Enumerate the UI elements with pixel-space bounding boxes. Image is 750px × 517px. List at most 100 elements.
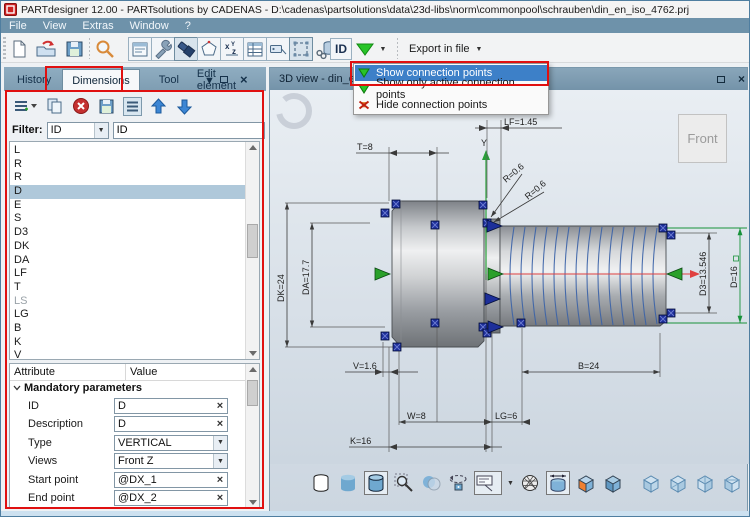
list-item-selected[interactable]: D: [10, 185, 259, 199]
tool-button[interactable]: [151, 37, 175, 61]
tab-history[interactable]: History: [8, 69, 60, 91]
panel-maximize-button[interactable]: [220, 74, 228, 86]
filter-combo-caret[interactable]: ▼: [94, 123, 108, 138]
panel-caret-button[interactable]: ▼: [204, 76, 215, 87]
views-select[interactable]: Front Z▼: [114, 453, 228, 469]
view-cube-button-3[interactable]: [694, 471, 716, 495]
menu-view[interactable]: View: [35, 18, 75, 33]
cylinder-wireframe-button[interactable]: [310, 471, 332, 495]
scroll-down-icon[interactable]: [249, 351, 257, 356]
table-scrollbar[interactable]: [245, 364, 259, 508]
menu-item-show-only-active[interactable]: Show only active connection points: [355, 81, 547, 97]
screw-dimension-button[interactable]: [174, 37, 198, 61]
start-point-field[interactable]: @DX_1×: [114, 472, 228, 488]
cube-solid-button[interactable]: [602, 471, 624, 495]
end-point-field[interactable]: @DX_2×: [114, 490, 228, 506]
type-select[interactable]: VERTICAL▼: [114, 435, 228, 451]
list-item[interactable]: K: [10, 336, 259, 350]
mandatory-parameters-group[interactable]: Mandatory parameters: [10, 381, 259, 395]
list-item[interactable]: L: [10, 144, 259, 158]
panel-close-button[interactable]: ×: [240, 72, 248, 87]
delete-button[interactable]: [71, 97, 90, 116]
open-button[interactable]: [34, 37, 58, 61]
list-item[interactable]: S: [10, 212, 259, 226]
rotate-view-button[interactable]: [447, 471, 469, 495]
connection-points-dropdown-caret[interactable]: ▼: [377, 37, 389, 61]
view-cube-button-2[interactable]: [667, 471, 689, 495]
annotation-caret[interactable]: ▼: [507, 480, 514, 487]
label-button[interactable]: [266, 37, 290, 61]
menu-help[interactable]: ?: [177, 18, 199, 33]
move-down-button[interactable]: [175, 97, 194, 116]
scroll-down-icon[interactable]: [249, 500, 257, 505]
scroll-up-icon[interactable]: [249, 367, 257, 372]
menu-extras[interactable]: Extras: [74, 18, 121, 33]
move-up-button[interactable]: [149, 97, 168, 116]
save-button[interactable]: [62, 37, 86, 61]
list-item[interactable]: LF: [10, 267, 259, 281]
history-form-button[interactable]: [128, 37, 152, 61]
viewport-3d[interactable]: 3D view - din_en_is ×: [269, 67, 748, 515]
list-item[interactable]: R: [10, 171, 259, 185]
viewport-close-button[interactable]: ×: [735, 73, 748, 85]
list-item-disabled[interactable]: LS: [10, 295, 259, 309]
cube-orange-face-button[interactable]: [575, 471, 597, 495]
clear-icon[interactable]: ×: [213, 400, 227, 412]
annotation-tool-button[interactable]: [474, 471, 502, 495]
list-scrollbar-thumb[interactable]: [247, 224, 258, 258]
transparency-button[interactable]: [420, 471, 442, 495]
list-item[interactable]: T: [10, 281, 259, 295]
save-list-button[interactable]: [97, 97, 116, 116]
description-field[interactable]: D×: [114, 416, 228, 432]
cylinder-shaded-button[interactable]: [337, 471, 359, 495]
view-cube-button-4[interactable]: [721, 471, 743, 495]
filter-query-input[interactable]: [113, 122, 265, 139]
copy-button[interactable]: [45, 97, 64, 116]
measure-cylinder-button[interactable]: [546, 471, 570, 495]
tab-tool[interactable]: Tool: [150, 69, 188, 91]
list-item[interactable]: B: [10, 322, 259, 336]
menu-file[interactable]: File: [1, 18, 35, 33]
list-item[interactable]: R: [10, 158, 259, 172]
filter-field-select[interactable]: ID ▼: [47, 122, 109, 139]
dim-k-label: K=16: [350, 436, 371, 446]
search-button[interactable]: [93, 37, 117, 61]
scroll-up-icon[interactable]: [249, 145, 257, 150]
list-item[interactable]: E: [10, 199, 259, 213]
list-item[interactable]: LG: [10, 308, 259, 322]
tab-dimensions[interactable]: Dimensions: [62, 69, 139, 91]
viewport-maximize-button[interactable]: [714, 73, 727, 85]
view-cube-button-1[interactable]: [640, 471, 662, 495]
export-in-file-button[interactable]: Export in file ▼: [405, 39, 486, 59]
sketch-button[interactable]: [197, 37, 221, 61]
dropdown-caret[interactable]: ▼: [213, 436, 227, 450]
list-view-button[interactable]: [123, 97, 142, 116]
new-document-button[interactable]: [7, 37, 31, 61]
menu-options-button[interactable]: [12, 97, 38, 116]
cube-solid-icon: [602, 472, 624, 494]
dropdown-caret[interactable]: ▼: [213, 454, 227, 468]
list-item[interactable]: DA: [10, 254, 259, 268]
list-item[interactable]: DK: [10, 240, 259, 254]
connection-points-dropdown-button[interactable]: [354, 37, 376, 61]
zoom-button[interactable]: [393, 471, 415, 495]
front-view-button[interactable]: Front: [678, 114, 727, 163]
cylinder-shaded-icon: [337, 472, 359, 494]
table-scrollbar-thumb[interactable]: [247, 380, 258, 406]
wireframe-sphere-button[interactable]: [519, 471, 541, 495]
selection-frame-button[interactable]: [289, 37, 313, 61]
id-field[interactable]: D×: [114, 398, 228, 414]
list-scrollbar[interactable]: [245, 142, 259, 359]
dimensions-list[interactable]: L R R D E S D3 DK DA LF T LS LG B K V: [9, 141, 260, 360]
id-button[interactable]: ID: [330, 38, 352, 60]
table-button[interactable]: [243, 37, 267, 61]
menu-window[interactable]: Window: [122, 18, 177, 33]
coordinate-xyz-button[interactable]: xYz: [220, 37, 244, 61]
clear-icon[interactable]: ×: [213, 418, 227, 430]
cylinder-shaded-edges-button[interactable]: [364, 471, 388, 495]
list-item[interactable]: D3: [10, 226, 259, 240]
list-item[interactable]: V: [10, 349, 259, 360]
clear-icon[interactable]: ×: [213, 474, 227, 486]
cube-orange-face-icon: [575, 472, 597, 494]
clear-icon[interactable]: ×: [213, 492, 227, 504]
